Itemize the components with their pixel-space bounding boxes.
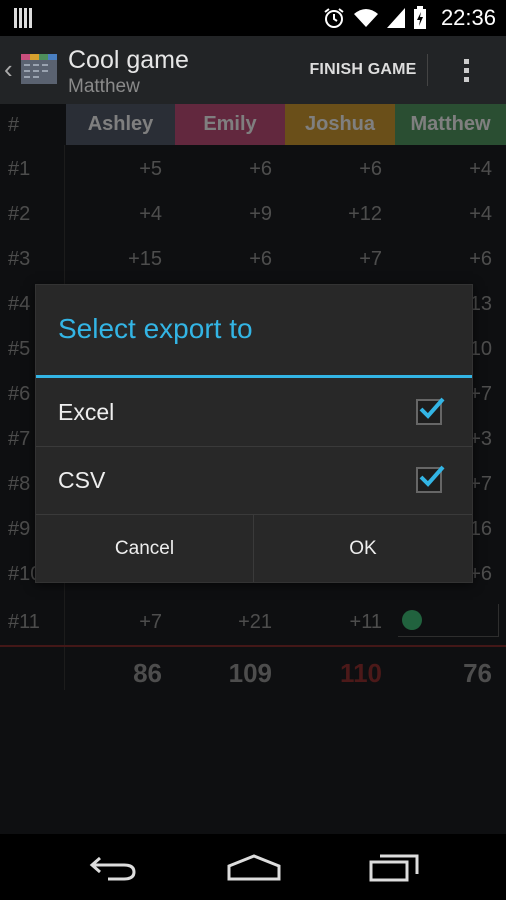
overflow-menu-icon[interactable] [446,50,486,90]
current-player-subtitle: Matthew [68,76,140,97]
option-label: Excel [58,399,115,425]
notification-icon [14,8,34,28]
dialog-title: Select export to [58,313,253,344]
wifi-icon [353,9,378,27]
clock: 22:36 [440,5,496,30]
export-dialog: Select export to Excel CSV Cancel OK [35,284,473,583]
action-divider [427,54,428,86]
title-divider [36,375,472,378]
navigation-bar [0,834,506,900]
battery-charging-icon [413,6,426,29]
home-icon[interactable] [226,852,282,882]
finish-game-button[interactable]: FINISH GAME [300,36,426,104]
action-bar: ‹ Cool game Matthew FINISH GAME [0,36,506,104]
back-icon[interactable] [88,852,138,882]
checkmark-icon [419,465,445,487]
export-option-csv[interactable]: CSV [36,447,472,514]
screen: 22:36 ‹ Cool game Matthew FINISH GAME # … [0,0,506,900]
checkmark-icon [419,397,445,419]
chevron-left-icon: ‹ [4,54,13,84]
signal-icon [386,8,405,28]
game-title: Cool game [68,46,189,74]
export-option-excel[interactable]: Excel [36,379,472,446]
ok-button[interactable]: OK [254,515,472,582]
cancel-button[interactable]: Cancel [36,515,253,582]
recent-apps-icon[interactable] [368,850,420,882]
csv-checkbox[interactable] [416,465,445,493]
app-logo-icon [21,54,57,84]
up-navigation[interactable]: ‹ [0,36,66,104]
excel-checkbox[interactable] [416,397,445,425]
alarm-icon [324,8,344,28]
option-label: CSV [58,467,106,493]
status-bar: 22:36 [0,0,506,36]
